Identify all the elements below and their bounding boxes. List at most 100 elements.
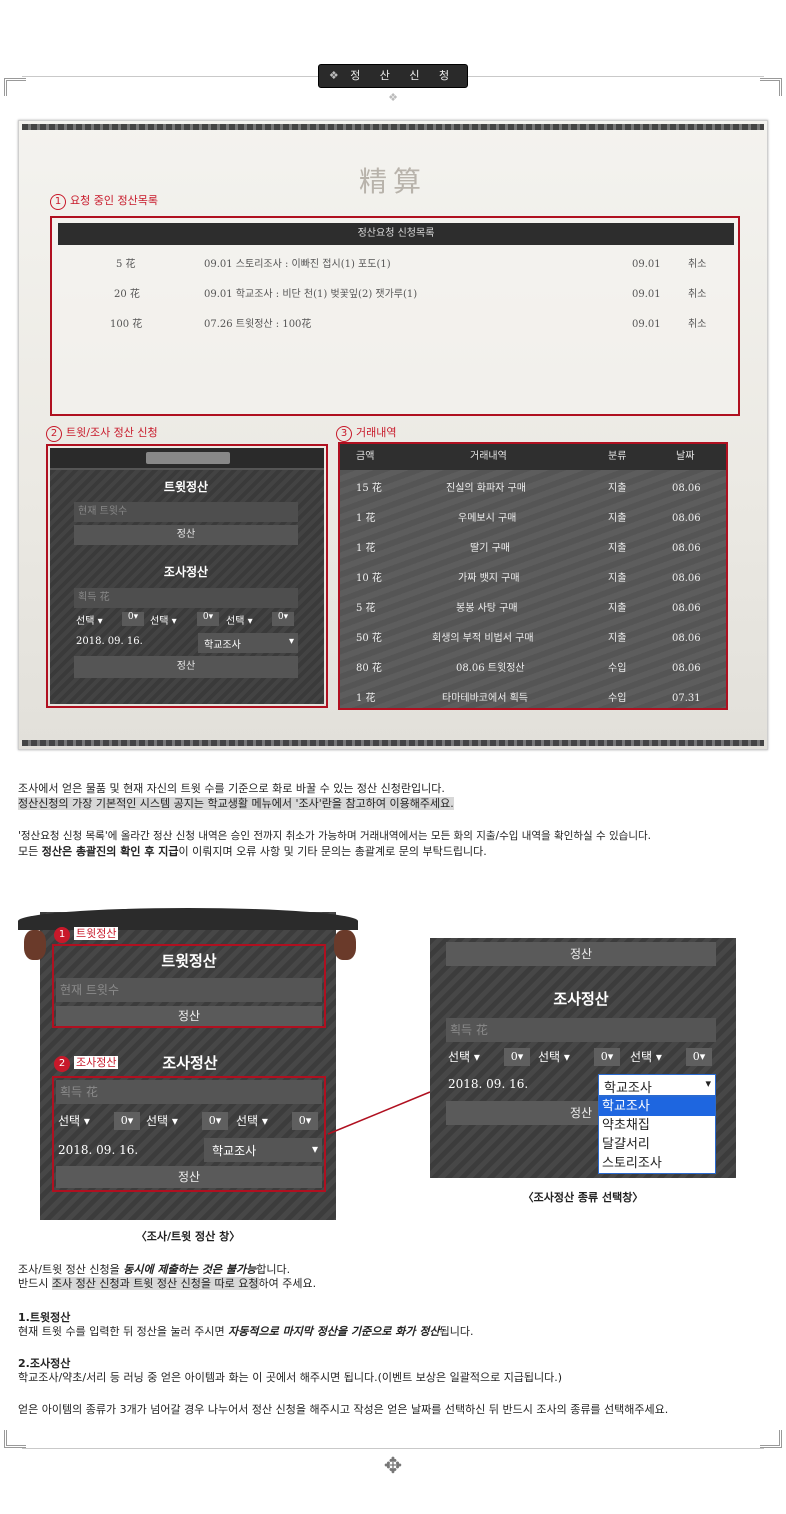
title-ornament-left-icon: ❖ [328,69,339,82]
cancel-button[interactable]: 취소 [688,280,706,310]
date-input[interactable]: 2018. 09. 16. [448,1077,528,1091]
survey-type-select[interactable]: 학교조사 ▾ [598,1074,716,1096]
history-date: 07.31 [672,693,701,704]
qty-select[interactable]: 0▾ [504,1048,530,1066]
qty-value: 0 [600,1050,608,1063]
qty-select[interactable]: 0▾ [272,612,294,626]
qty-select[interactable]: 0▾ [114,1112,140,1130]
history-amount: 10 花 [356,573,382,584]
survey-settle-button[interactable]: 정산 [56,1166,322,1188]
note-line: 조사/트윗 정산 신청을 동시에 제출하는 것은 불가능합니다. [18,1263,316,1277]
item-select[interactable]: 선택 ▾ [58,1112,90,1129]
desc-line: '정산요청 신청 목록'에 올라간 정산 신청 내역은 승인 전까지 취소가 가… [18,830,652,842]
note-line: 현재 트윗 수를 입력한 뒤 정산을 눌러 주시면 자동적으로 마지막 정산을 … [18,1325,473,1339]
survey-flower-input[interactable]: 획득 花 [446,1018,716,1042]
item-select-label: 선택 [76,616,95,627]
section-heading: 1.트윗정산 [18,1311,71,1324]
dropdown-option[interactable]: 달걀서리 [599,1135,715,1154]
history-kind: 지출 [608,603,627,614]
request-amount: 5 花 [116,259,136,270]
note-text: 됩니다. [439,1325,474,1338]
desc-line: 정산신청의 가장 기본적인 시스템 공지는 학교생활 메뉴에서 '조사'란을 참… [18,796,454,811]
survey-settle-title: 조사정산 [553,990,609,1008]
desc-line: 모든 정산은 총괄진의 확인 후 지급이 이뤄지며 오류 사항 및 기타 문의는… [18,844,651,859]
qty-select[interactable]: 0▾ [594,1048,620,1066]
item-select[interactable]: 선택 ▾ [226,612,253,627]
footer-knot-icon: ✥ [383,1454,403,1479]
item-select[interactable]: 선택 ▾ [150,612,177,627]
history-amount: 5 花 [356,603,376,614]
history-kind: 지출 [608,513,627,524]
history-date: 08.06 [672,603,701,614]
survey-flower-input[interactable]: 획득 花 [56,1080,322,1104]
note-text: 반드시 [18,1277,52,1290]
history-row: 1 花 딸기 구매 지출 08.06 [340,534,726,564]
notes-block: 조사/트윗 정산 신청을 동시에 제출하는 것은 불가능합니다. 반드시 조사 … [18,1263,316,1291]
page-title: ❖ 정 산 신 청 ❖ [318,64,468,104]
tweet-settle-title: 트윗정산 [161,952,217,970]
note-text: 하여 주세요. [258,1277,317,1290]
note-line: 반드시 조사 정산 신청과 트윗 정산 신청을 따로 요청하여 주세요. [18,1277,316,1291]
zoom-left-caption: 〈조사/트윗 정산 창〉 [135,1230,241,1243]
qty-select[interactable]: 0▾ [122,612,144,626]
qty-select[interactable]: 0▾ [686,1048,712,1066]
history-table: 금액 거래내역 분류 날짜 15 花 진실의 화파자 구매 지출 08.06 1… [340,444,726,708]
corner-ornament-tr [760,78,782,96]
item-select[interactable]: 선택 ▾ [146,1112,178,1129]
description-block-2: '정산요청 신청 목록'에 올라간 정산 신청 내역은 승인 전까지 취소가 가… [18,829,651,859]
notes-final: 얻은 아이템의 종류가 3개가 넘어갈 경우 나누어서 정산 신청을 해주시고 … [18,1403,668,1417]
section-number-badge: 3 [336,426,352,442]
history-date: 08.06 [672,513,701,524]
col-kind-header: 분류 [608,451,627,462]
history-amount: 1 花 [356,513,376,524]
item-select[interactable]: 선택 ▾ [76,612,103,627]
survey-type-select[interactable]: 학교조사 ▾ [198,633,298,653]
callout-connector-line [327,1091,431,1135]
tweet-settle-button[interactable]: 정산 [56,1006,322,1026]
item-select[interactable]: 선택 ▾ [538,1048,570,1065]
history-row: 80 花 08.06 트윗정산 수입 08.06 [340,654,726,684]
description-block-1: 조사에서 얻은 물품 및 현재 자신의 트윗 수를 기준으로 화로 바꿀 수 있… [18,781,454,811]
qty-value: 0 [127,612,134,622]
badge-number: 2 [54,1056,70,1072]
item-select[interactable]: 선택 ▾ [236,1112,268,1129]
tweet-count-input[interactable]: 현재 트윗수 [56,978,322,1002]
section-number-badge: 2 [46,426,62,442]
note-text: 조사/트윗 정산 신청을 [18,1263,124,1276]
item-select[interactable]: 선택 ▾ [630,1048,662,1065]
qty-select[interactable]: 0▾ [197,612,219,626]
date-input[interactable]: 2018. 09. 16. [58,1143,138,1157]
qty-value: 0 [208,1114,216,1127]
history-row: 5 花 봉봉 사탕 구매 지출 08.06 [340,594,726,624]
date-input[interactable]: 2018. 09. 16. [76,636,143,647]
history-row: 1 花 타마테바코에서 획득 수입 07.31 [340,684,726,708]
dropdown-option[interactable]: 스토리조사 [599,1154,715,1173]
cancel-button[interactable]: 취소 [688,250,706,280]
item-select-label: 선택 [538,1050,561,1064]
corner-ornament-bl [4,1430,26,1448]
badge-tweet-settle: 1 트윗정산 [54,925,119,943]
survey-type-select[interactable]: 학교조사 ▾ [204,1138,322,1162]
history-detail: 우메보시 구매 [458,513,517,524]
note-emphasis: 동시에 제출하는 것은 불가능 [123,1263,257,1276]
item-select-label: 선택 [146,1114,169,1128]
item-select-label: 선택 [58,1114,81,1128]
section-label-text: 요청 중인 정산목록 [70,194,158,207]
qty-select[interactable]: 0▾ [202,1112,228,1130]
tweet-settle-button[interactable]: 정산 [74,525,298,545]
chevron-down-icon: ▾ [705,1077,711,1090]
dropdown-option[interactable]: 학교조사 [599,1097,715,1116]
qty-value: 0 [120,1114,128,1127]
item-select-label: 선택 [226,616,245,627]
history-detail: 딸기 구매 [470,543,510,554]
history-detail: 타마테바코에서 획득 [442,693,528,704]
cancel-button[interactable]: 취소 [688,310,706,340]
qty-select[interactable]: 0▾ [292,1112,318,1130]
item-select[interactable]: 선택 ▾ [448,1048,480,1065]
request-detail: 07.26 트윗정산 : 100花 [204,319,312,330]
dropdown-option[interactable]: 약초채집 [599,1116,715,1135]
tweet-settle-button[interactable]: 정산 [446,942,716,966]
survey-settle-button[interactable]: 정산 [74,656,298,678]
survey-flower-input[interactable]: 획득 花 [74,588,298,608]
tweet-count-input[interactable]: 현재 트윗수 [74,502,298,522]
